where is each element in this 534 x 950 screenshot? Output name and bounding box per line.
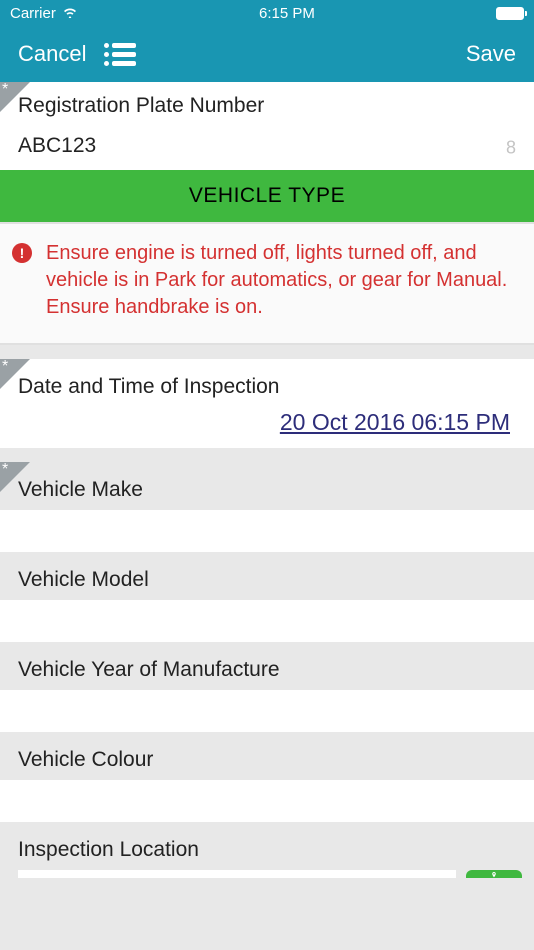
vehicle-model-label: Vehicle Model [18,568,516,592]
vehicle-colour-field: Vehicle Colour [0,732,534,822]
vehicle-type-title: VEHICLE TYPE [0,184,534,208]
carrier-label: Carrier [10,5,56,22]
registration-char-counter: 8 [506,138,516,159]
required-star-icon: * [2,461,8,479]
nav-bar: Cancel Save [0,26,534,82]
spacer [0,345,534,359]
status-bar: Carrier 6:15 PM [0,0,534,26]
vehicle-year-input[interactable] [0,690,534,732]
vehicle-type-section-header: VEHICLE TYPE [0,170,534,222]
battery-icon [496,7,524,20]
registration-input[interactable] [18,126,516,170]
spacer [0,448,534,462]
registration-field: * Registration Plate Number 8 [0,82,534,170]
content-scroll[interactable]: * Registration Plate Number 8 VEHICLE TY… [0,82,534,950]
nav-left: Cancel [18,41,136,67]
vehicle-make-field: * Vehicle Make [0,462,534,552]
warning-row: ! Ensure engine is turned off, lights tu… [0,222,534,345]
save-button[interactable]: Save [466,41,516,67]
status-time: 6:15 PM [259,5,315,22]
status-right [496,7,524,20]
list-icon[interactable] [104,43,136,66]
required-star-icon: * [2,358,8,376]
vehicle-colour-input[interactable] [0,780,534,822]
vehicle-make-label: Vehicle Make [18,478,516,502]
warning-icon: ! [12,243,32,263]
wifi-icon [62,5,78,22]
status-left: Carrier [10,5,78,22]
vehicle-model-input[interactable] [0,600,534,642]
registration-label: Registration Plate Number [18,94,516,118]
pin-icon [486,872,502,878]
inspection-location-label: Inspection Location [18,838,516,862]
cancel-button[interactable]: Cancel [18,41,86,67]
vehicle-colour-label: Vehicle Colour [18,748,516,772]
location-pin-button[interactable] [466,870,522,878]
date-inspection-value[interactable]: 20 Oct 2016 06:15 PM [18,409,516,436]
vehicle-model-field: Vehicle Model [0,552,534,642]
vehicle-make-input[interactable] [0,510,534,552]
date-inspection-label: Date and Time of Inspection [18,375,516,399]
vehicle-year-label: Vehicle Year of Manufacture [18,658,516,682]
required-star-icon: * [2,82,8,99]
inspection-location-field: Inspection Location [0,822,534,878]
warning-text: Ensure engine is turned off, lights turn… [46,240,516,321]
inspection-location-input[interactable] [18,870,456,878]
date-inspection-field: * Date and Time of Inspection 20 Oct 201… [0,359,534,448]
registration-input-wrap: 8 [0,126,534,170]
vehicle-year-field: Vehicle Year of Manufacture [0,642,534,732]
